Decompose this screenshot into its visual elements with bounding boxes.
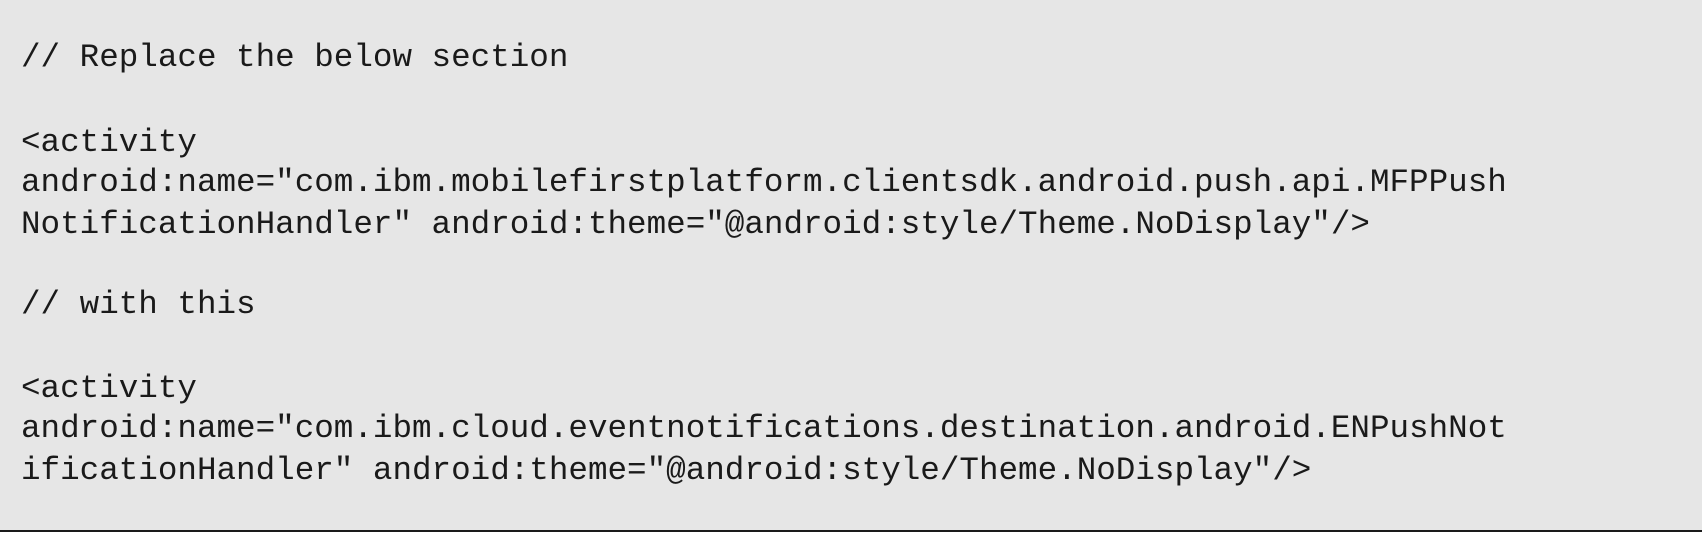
new-android-name-line: android:name="com.ibm.cloud.eventnotific… — [21, 410, 1507, 447]
activity-open-tag-line-new: <activity — [21, 370, 197, 407]
comment-with-this-line: // with this — [21, 286, 256, 323]
code-block: // Replace the below section <activity a… — [0, 0, 1702, 532]
activity-open-tag-line: <activity — [21, 124, 197, 161]
old-android-theme-line: NotificationHandler" android:theme="@and… — [21, 206, 1370, 243]
comment-replace-line: // Replace the below section — [21, 39, 569, 76]
new-android-theme-line: ificationHandler" android:theme="@androi… — [21, 452, 1312, 489]
old-android-name-line: android:name="com.ibm.mobilefirstplatfor… — [21, 164, 1507, 201]
